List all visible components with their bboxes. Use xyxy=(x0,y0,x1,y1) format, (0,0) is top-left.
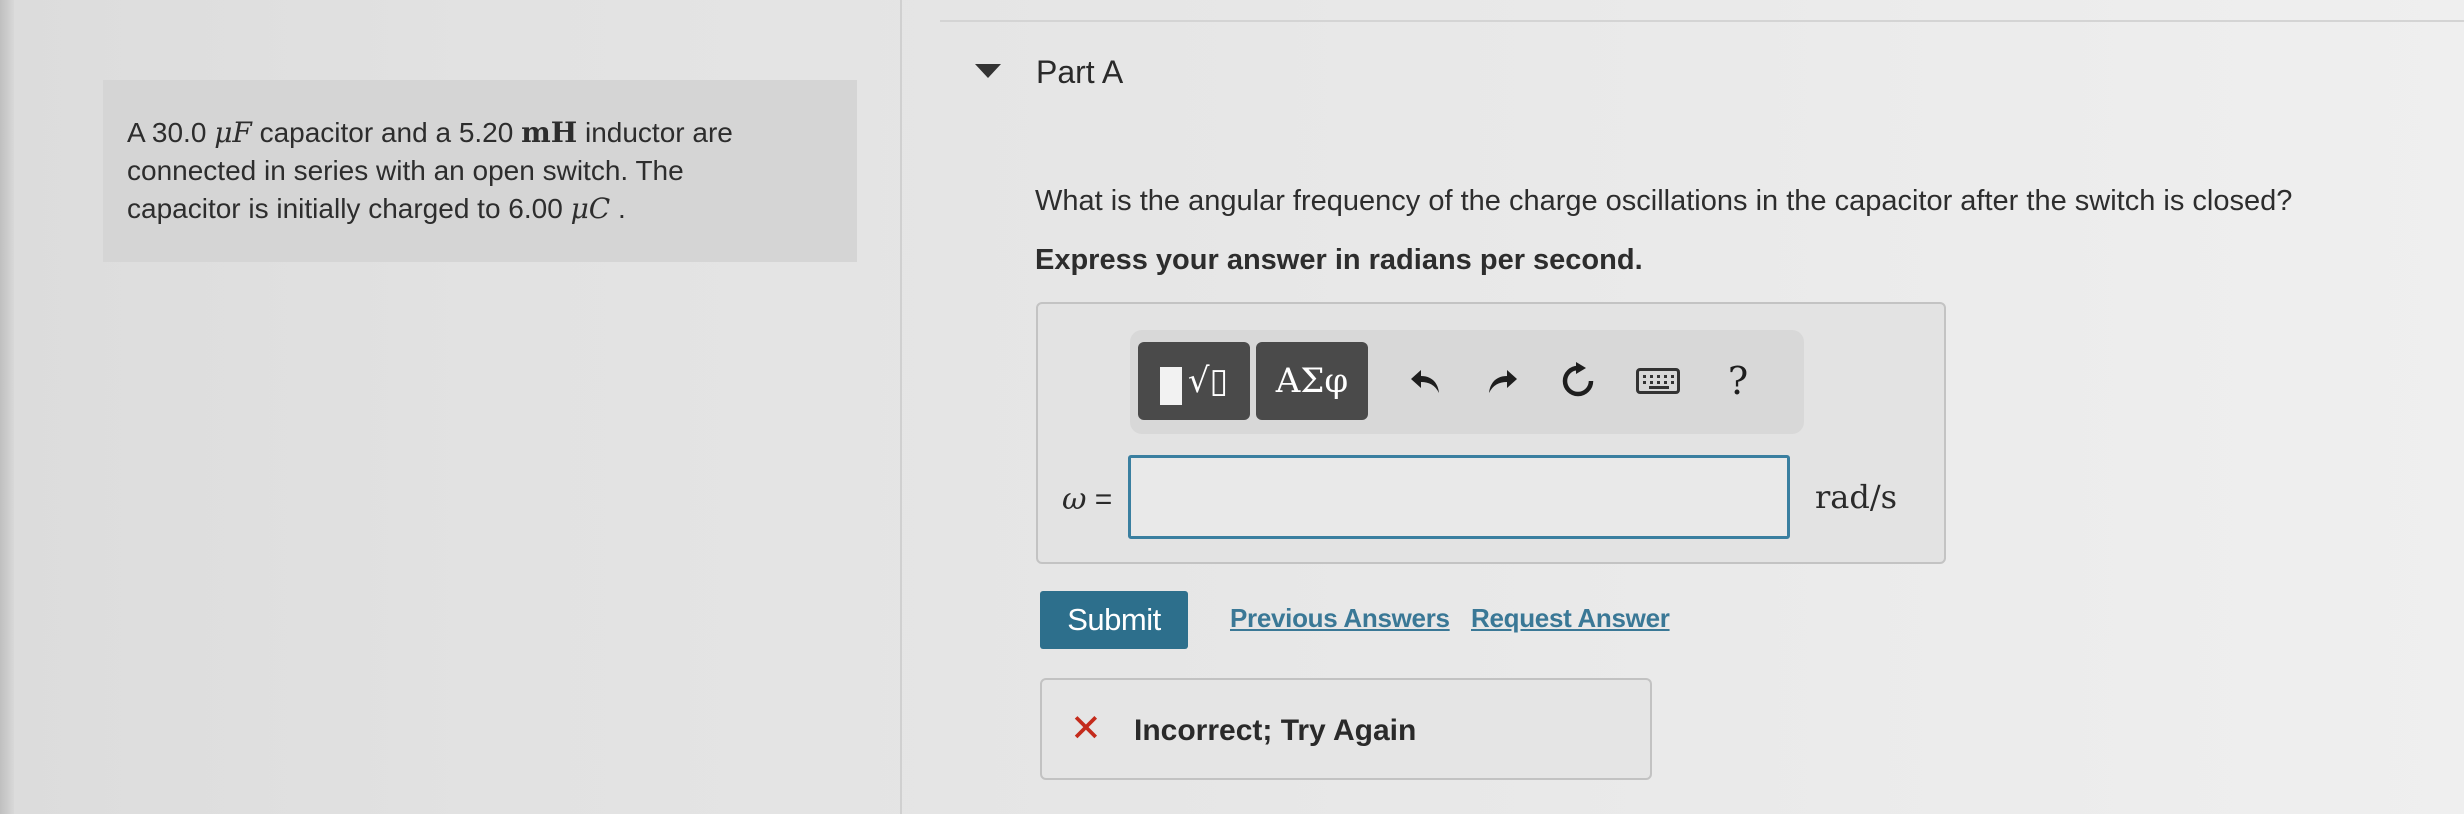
template-block-icon xyxy=(1159,367,1182,405)
request-answer-link[interactable]: Request Answer xyxy=(1471,603,1670,634)
problem-text: A 30.0 xyxy=(127,117,215,148)
help-button[interactable]: ? xyxy=(1710,342,1766,420)
answer-instruction: Express your answer in radians per secon… xyxy=(1035,244,1643,276)
feedback-text: Incorrect; Try Again xyxy=(1134,714,1417,747)
reset-icon[interactable] xyxy=(1550,342,1606,420)
undo-icon[interactable] xyxy=(1398,342,1454,420)
keyboard-icon[interactable] xyxy=(1630,342,1686,420)
top-divider xyxy=(940,20,2464,22)
problem-line-2: connected in series with an open switch.… xyxy=(127,155,684,186)
previous-answers-link[interactable]: Previous Answers xyxy=(1230,603,1450,634)
collapse-part-arrow-icon[interactable] xyxy=(975,64,1001,78)
greek-symbols-button[interactable]: ΑΣφ xyxy=(1256,342,1368,420)
problem-text: capacitor and a 5.20 xyxy=(251,117,522,148)
answer-input[interactable] xyxy=(1128,455,1790,539)
part-title[interactable]: Part A xyxy=(1036,54,1123,91)
submit-button[interactable]: Submit xyxy=(1040,591,1188,649)
question-text: What is the angular frequency of the cha… xyxy=(1035,185,2293,217)
problem-statement: A 30.0 μF capacitor and a 5.20 mH induct… xyxy=(103,80,857,262)
templates-button[interactable]: √▯ xyxy=(1138,342,1250,420)
feedback-box: ✕ Incorrect; Try Again xyxy=(1040,678,1652,780)
omega-symbol: ω xyxy=(1062,482,1087,517)
problem-line-3: capacitor is initially charged to 6.00 μ… xyxy=(127,190,835,228)
problem-text: . xyxy=(610,193,626,224)
unit-microfarad: μF xyxy=(214,116,252,149)
answer-unit: rad/s xyxy=(1815,478,1898,516)
column-divider xyxy=(900,0,902,814)
equals-sign: = xyxy=(1086,483,1113,516)
unit-millihenry: mH xyxy=(521,116,578,149)
keyboard-glyph-icon xyxy=(1636,368,1680,394)
redo-icon[interactable] xyxy=(1474,342,1530,420)
radical-template-icon: √▯ xyxy=(1187,361,1229,401)
problem-text: capacitor is initially charged to 6.00 xyxy=(127,193,571,224)
problem-text: inductor are xyxy=(577,117,733,148)
left-edge-shadow xyxy=(0,0,14,814)
math-toolbar: √▯ ΑΣφ ? xyxy=(1130,330,1804,434)
problem-line-1: A 30.0 μF capacitor and a 5.20 mH induct… xyxy=(127,114,835,152)
answer-variable-label: ω = xyxy=(1062,482,1112,517)
unit-microcoulomb: μC xyxy=(570,192,611,225)
x-mark-icon: ✕ xyxy=(1070,708,1102,750)
